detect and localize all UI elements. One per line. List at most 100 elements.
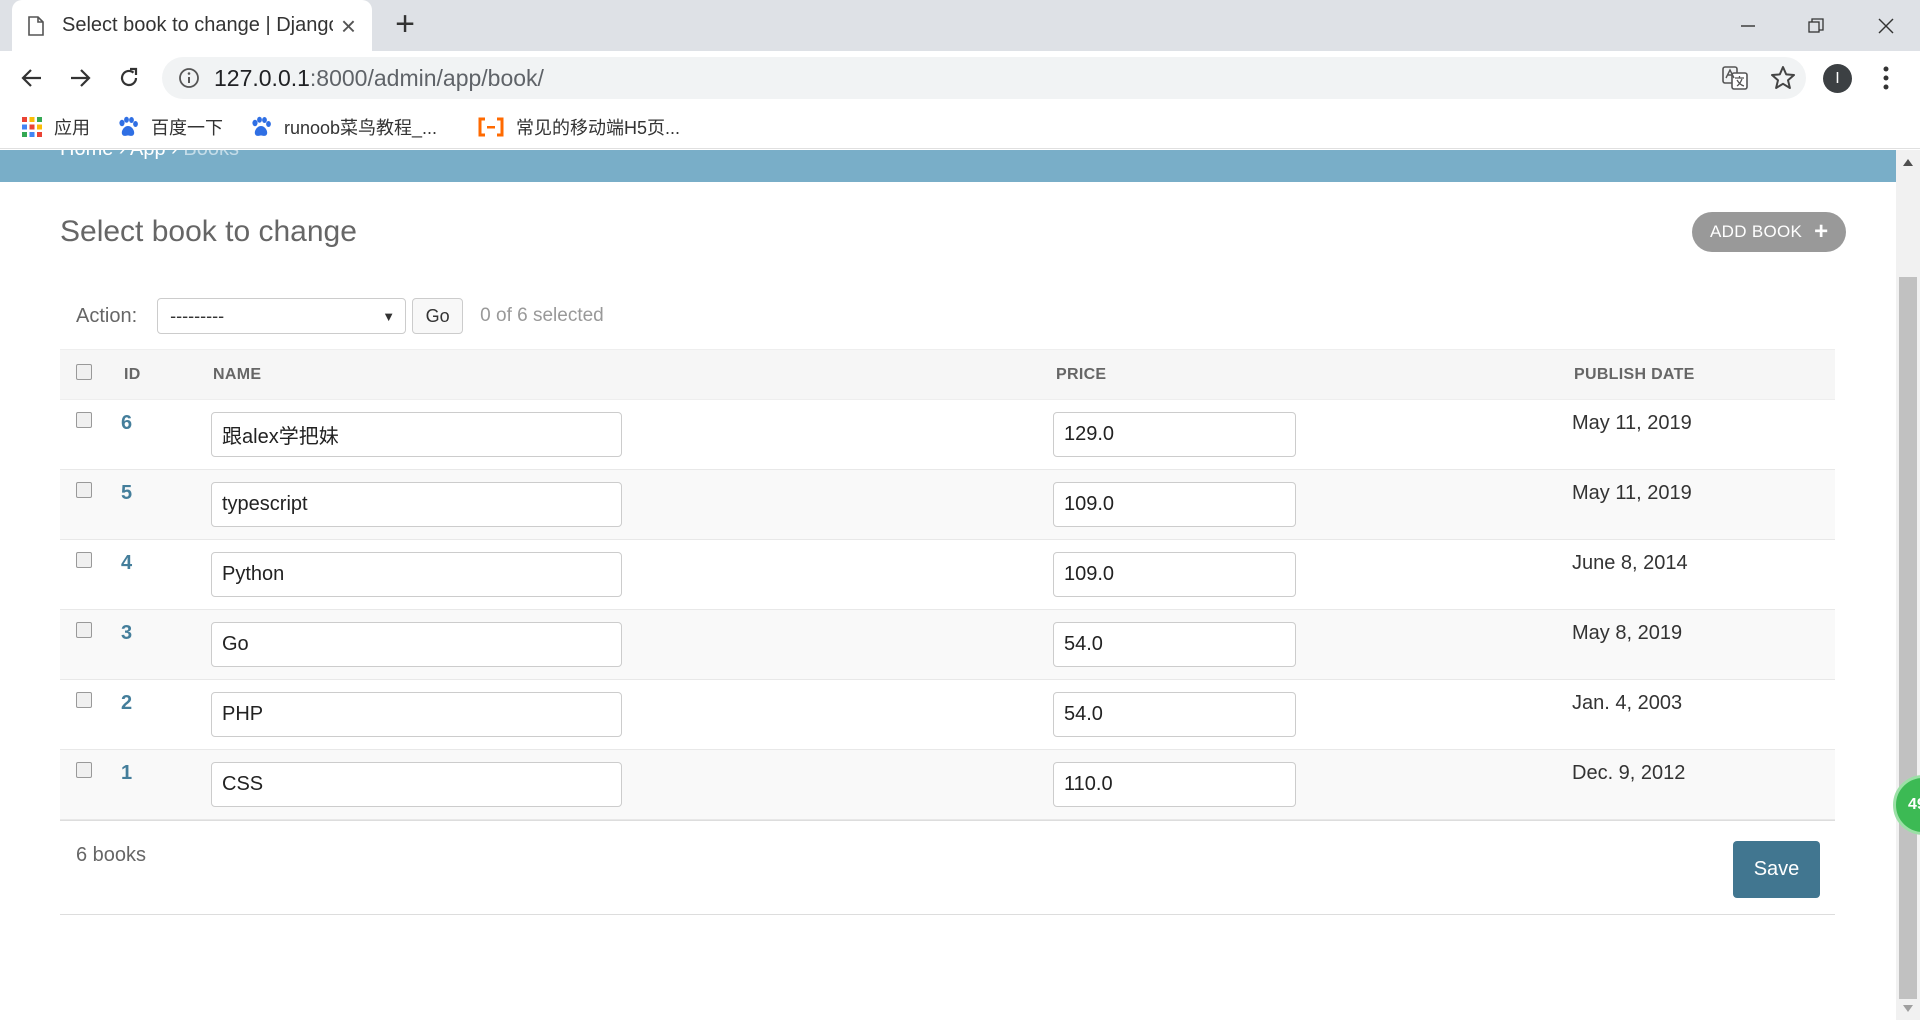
row-checkbox[interactable] xyxy=(76,622,92,638)
table-row: 6 跟alex学把妹 129.0 May 11, 2019 xyxy=(60,400,1835,470)
row-id-link[interactable]: 6 xyxy=(121,412,132,435)
bookmark-baidu[interactable]: 百度一下 xyxy=(117,114,223,140)
column-header-price[interactable]: PRICE xyxy=(1056,366,1106,384)
triangle-down-icon xyxy=(1903,1004,1913,1012)
translate-icon[interactable] xyxy=(1722,66,1748,90)
row-id-link[interactable]: 5 xyxy=(121,482,132,505)
price-input[interactable]: 110.0 xyxy=(1053,762,1296,807)
reload-button[interactable] xyxy=(110,59,148,97)
price-input[interactable]: 54.0 xyxy=(1053,622,1296,667)
row-checkbox[interactable] xyxy=(76,412,92,428)
scroll-down-button[interactable] xyxy=(1896,998,1920,1018)
tab-title: Select book to change | Django site admi… xyxy=(62,14,333,36)
back-button[interactable] xyxy=(13,59,51,97)
column-header-publish-date[interactable]: PUBLISH DATE xyxy=(1574,366,1695,384)
forward-button[interactable] xyxy=(61,59,99,97)
arrow-right-icon xyxy=(71,69,91,87)
scroll-thumb[interactable] xyxy=(1899,277,1917,999)
browser-titlebar: Select book to change | Django site admi… xyxy=(0,0,1920,51)
publish-date: May 11, 2019 xyxy=(1572,412,1692,434)
plus-icon: + xyxy=(1814,218,1829,245)
column-header-id[interactable]: ID xyxy=(124,366,141,384)
bookmark-label: 常见的移动端H5页... xyxy=(516,118,681,138)
breadcrumb-separator: › xyxy=(166,150,184,160)
actions-bar: Action: --------- ▼ Go 0 of 6 selected xyxy=(60,298,604,334)
row-checkbox[interactable] xyxy=(76,692,92,708)
breadcrumb-app-link[interactable]: App xyxy=(130,150,166,160)
price-input[interactable]: 129.0 xyxy=(1053,412,1296,457)
publish-date: Dec. 9, 2012 xyxy=(1572,762,1686,784)
breadcrumb-trail: Home › App › Books xyxy=(60,150,239,161)
result-count: 6 books xyxy=(76,844,147,866)
table-row: 3 Go 54.0 May 8, 2019 xyxy=(60,610,1835,680)
selection-counter: 0 of 6 selected xyxy=(480,305,604,326)
name-input[interactable]: typescript xyxy=(211,482,622,527)
page-scrollbar[interactable] xyxy=(1896,150,1920,1020)
results-table: ID NAME PRICE PUBLISH DATE 6 跟alex学把妹 12… xyxy=(60,349,1835,915)
restore-button[interactable] xyxy=(1782,0,1850,51)
triangle-up-icon xyxy=(1903,158,1913,166)
select-all-checkbox[interactable] xyxy=(76,364,92,380)
table-row: 2 PHP 54.0 Jan. 4, 2003 xyxy=(60,680,1835,750)
minimize-icon xyxy=(1741,24,1755,27)
breadcrumb-current: Books xyxy=(183,150,239,160)
name-input[interactable]: 跟alex学把妹 xyxy=(211,412,622,457)
name-input[interactable]: PHP xyxy=(211,692,622,737)
row-id-link[interactable]: 2 xyxy=(121,692,132,715)
name-input[interactable]: Python xyxy=(211,552,622,597)
action-selected-value: --------- xyxy=(170,305,225,326)
row-id-link[interactable]: 1 xyxy=(121,762,132,785)
page-title: Select book to change xyxy=(60,215,357,248)
price-input[interactable]: 54.0 xyxy=(1053,692,1296,737)
document-icon xyxy=(28,15,44,36)
page-viewport: Home › App › Books Select book to change… xyxy=(0,150,1896,1020)
url-path: :8000/admin/app/book/ xyxy=(309,64,544,91)
add-book-button[interactable]: ADD BOOK + xyxy=(1692,212,1847,252)
price-input[interactable]: 109.0 xyxy=(1053,552,1296,597)
breadcrumb-home-link[interactable]: Home xyxy=(60,150,113,160)
close-window-button[interactable] xyxy=(1852,0,1920,51)
bookmark-runoob[interactable]: runoob菜鸟教程_... xyxy=(250,114,437,140)
save-button[interactable]: Save xyxy=(1733,841,1820,898)
table-row: 1 CSS 110.0 Dec. 9, 2012 xyxy=(60,750,1835,820)
bookmark-label: 百度一下 xyxy=(151,118,223,138)
minimize-button[interactable] xyxy=(1714,0,1782,51)
row-id-link[interactable]: 3 xyxy=(121,622,132,645)
arrow-left-icon xyxy=(21,69,41,87)
apps-grid-icon xyxy=(22,117,42,137)
row-checkbox[interactable] xyxy=(76,552,92,568)
publish-date: May 11, 2019 xyxy=(1572,482,1692,504)
bookmark-star-icon[interactable] xyxy=(1770,65,1796,91)
tab-close-icon[interactable]: × xyxy=(341,13,356,39)
url-text[interactable]: 127.0.0.1:8000/admin/app/book/ xyxy=(214,65,544,92)
profile-avatar[interactable]: I xyxy=(1823,64,1852,93)
baidu-paw-icon xyxy=(119,116,138,136)
breadcrumb: Home › App › Books xyxy=(0,150,1896,182)
table-row: 4 Python 109.0 June 8, 2014 xyxy=(60,540,1835,610)
close-icon xyxy=(1878,18,1894,33)
bookmark-label: runoob菜鸟教程_... xyxy=(284,118,438,138)
row-checkbox[interactable] xyxy=(76,762,92,778)
table-header: ID NAME PRICE PUBLISH DATE xyxy=(60,349,1835,400)
bookmark-apps[interactable]: 应用 xyxy=(22,114,90,140)
row-id-link[interactable]: 4 xyxy=(121,552,132,575)
column-header-name[interactable]: NAME xyxy=(213,366,261,384)
row-checkbox[interactable] xyxy=(76,482,92,498)
address-bar[interactable]: 127.0.0.1:8000/admin/app/book/ xyxy=(162,57,1806,99)
aliyun-bracket-icon xyxy=(478,117,504,137)
bookmark-h5[interactable]: 常见的移动端H5页... xyxy=(478,114,680,140)
publish-date: June 8, 2014 xyxy=(1572,552,1688,574)
publish-date: May 8, 2019 xyxy=(1572,622,1683,644)
scroll-up-button[interactable] xyxy=(1896,152,1920,172)
price-input[interactable]: 109.0 xyxy=(1053,482,1296,527)
name-input[interactable]: CSS xyxy=(211,762,622,807)
more-vertical-icon[interactable] xyxy=(1876,63,1896,93)
go-button[interactable]: Go xyxy=(412,298,464,334)
new-tab-button[interactable]: + xyxy=(388,7,422,43)
action-select[interactable]: --------- ▼ xyxy=(157,298,407,334)
reload-icon xyxy=(120,67,138,87)
browser-tab[interactable]: Select book to change | Django site admi… xyxy=(12,0,372,51)
paginator: 6 books Save xyxy=(60,820,1835,915)
name-input[interactable]: Go xyxy=(211,622,622,667)
info-icon[interactable] xyxy=(178,67,200,89)
